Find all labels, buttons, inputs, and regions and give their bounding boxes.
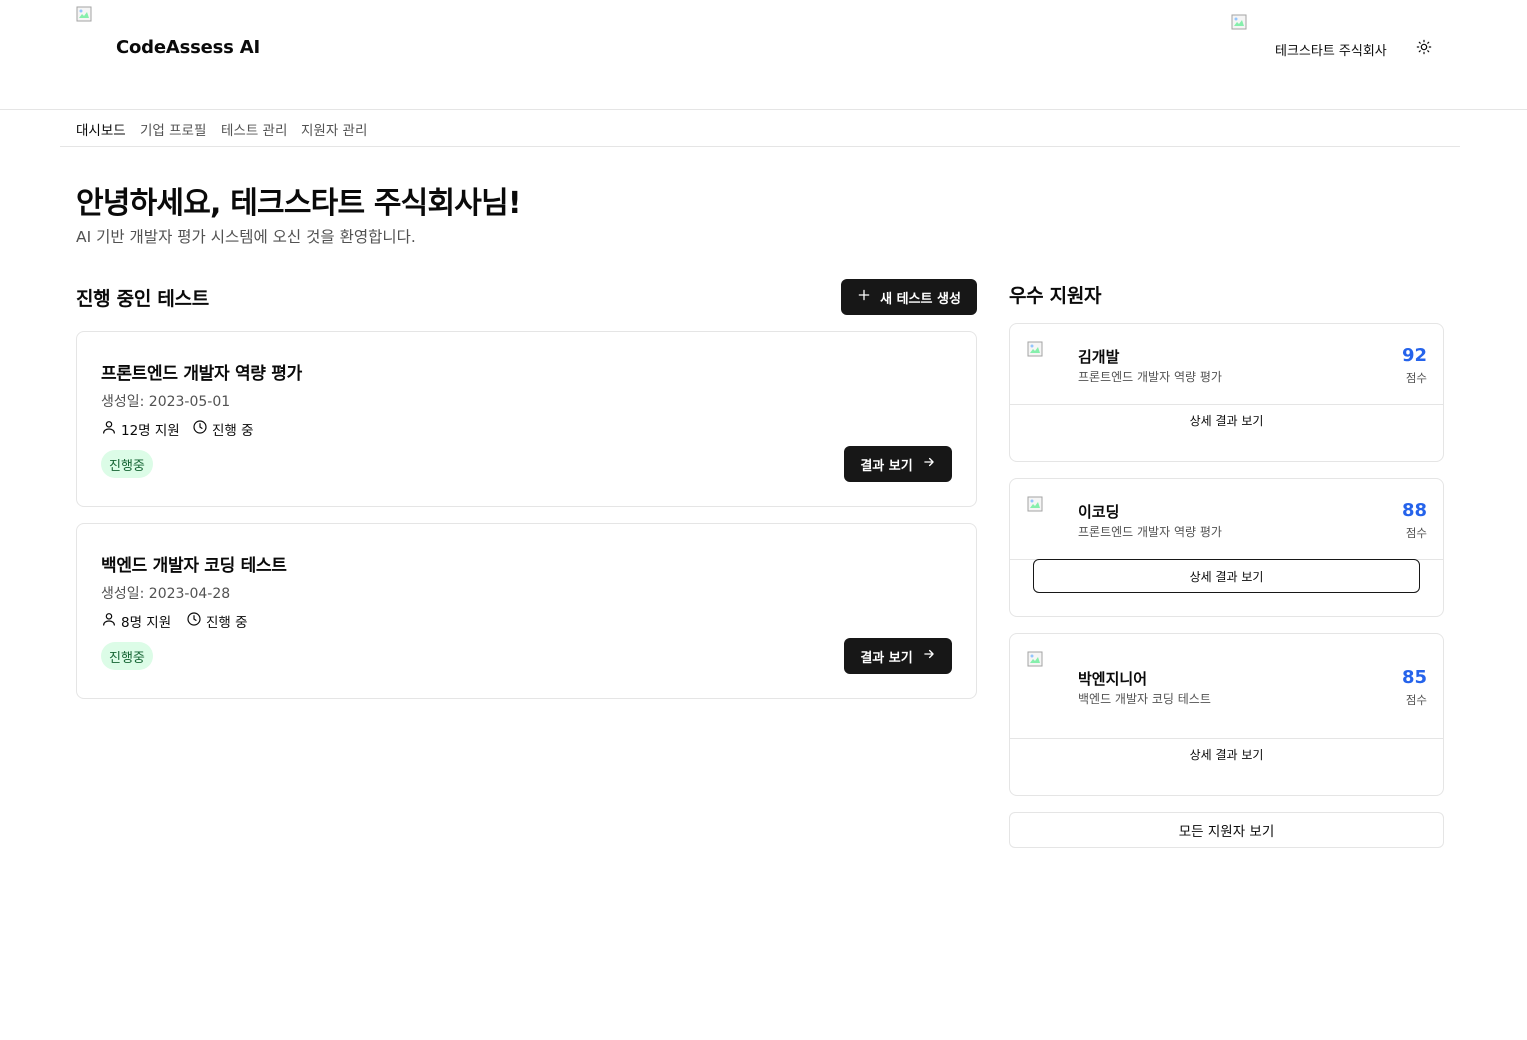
nav-item-company-profile[interactable]: 기업 프로필 [140,119,206,139]
candidate-score: 92 [1401,345,1427,366]
score-label: 점수 [1405,371,1427,385]
clock-icon [186,611,202,631]
plus-icon [857,288,871,306]
test-status-text: 진행 중 [212,423,254,439]
page-title: 안녕하세요, 테크스타트 주식회사님! [76,186,522,221]
candidate-name: 이코딩 [1078,503,1120,521]
candidate-card: 김개발 프론트엔드 개발자 역량 평가 92 점수 상세 결과 보기 [1009,323,1444,462]
test-title[interactable]: 프론트엔드 개발자 역량 평가 [101,359,302,384]
candidate-test: 프론트엔드 개발자 역량 평가 [1078,370,1222,384]
test-title[interactable]: 백엔드 개발자 코딩 테스트 [101,551,287,576]
candidate-avatar [1027,651,1043,667]
test-status: 진행 중 [186,611,248,631]
candidate-name: 김개발 [1078,348,1120,366]
candidate-avatar [1027,341,1043,357]
applicant-count: 8명 지원 [101,611,171,631]
nav-item-applicant-management[interactable]: 지원자 관리 [301,119,367,139]
applicant-count-text: 12명 지원 [121,423,180,439]
sun-icon [1416,39,1432,59]
view-results-button[interactable]: 결과 보기 [844,446,952,482]
candidate-test: 백엔드 개발자 코딩 테스트 [1078,692,1211,706]
user-icon [101,419,117,439]
status-badge: 진행중 [101,450,153,478]
user-icon [101,611,117,631]
candidate-card: 박엔지니어 백엔드 개발자 코딩 테스트 85 점수 상세 결과 보기 [1009,633,1444,796]
score-label: 점수 [1405,526,1427,540]
test-card: 프론트엔드 개발자 역량 평가 생성일: 2023-05-01 12명 지원 진… [76,331,977,507]
applicant-count: 12명 지원 [101,419,180,439]
test-created-date: 생성일: 2023-05-01 [101,394,231,410]
score-label: 점수 [1405,693,1427,707]
main-nav: 대시보드 기업 프로필 테스트 관리 지원자 관리 [60,110,1460,147]
candidate-detail-button[interactable]: 상세 결과 보기 [1033,403,1420,437]
candidate-avatar [1027,496,1043,512]
top-header: CodeAssess AI 테크스타트 주식회사 [0,0,1527,110]
top-candidates-title: 우수 지원자 [1009,285,1102,307]
test-created-date: 생성일: 2023-04-28 [101,586,231,602]
arrow-right-icon [922,647,936,665]
page-subtitle: AI 기반 개발자 평가 시스템에 오신 것을 환영합니다. [76,228,416,246]
view-all-candidates-button[interactable]: 모든 지원자 보기 [1009,812,1444,848]
test-status: 진행 중 [192,419,254,439]
applicant-count-text: 8명 지원 [121,615,172,631]
test-card: 백엔드 개발자 코딩 테스트 생성일: 2023-04-28 8명 지원 진행 … [76,523,977,699]
company-avatar [1231,14,1247,30]
candidate-detail-button[interactable]: 상세 결과 보기 [1033,559,1420,593]
theme-toggle-button[interactable] [1413,38,1435,60]
candidate-detail-button[interactable]: 상세 결과 보기 [1033,737,1420,771]
new-test-label: 새 테스트 생성 [880,291,961,307]
view-results-label: 결과 보기 [860,650,913,666]
new-test-button[interactable]: 새 테스트 생성 [841,279,977,315]
company-name[interactable]: 테크스타트 주식회사 [1275,40,1387,59]
view-results-label: 결과 보기 [860,458,913,474]
clock-icon [192,419,208,439]
nav-item-test-management[interactable]: 테스트 관리 [221,119,287,139]
nav-item-dashboard[interactable]: 대시보드 [76,119,126,139]
status-badge: 진행중 [101,642,153,670]
brand-name[interactable]: CodeAssess AI [116,37,260,58]
candidate-name: 박엔지니어 [1078,670,1148,688]
test-status-text: 진행 중 [206,615,248,631]
broken-image-icon [76,6,92,22]
candidate-card: 이코딩 프론트엔드 개발자 역량 평가 88 점수 상세 결과 보기 [1009,478,1444,617]
arrow-right-icon [922,455,936,473]
view-results-button[interactable]: 결과 보기 [844,638,952,674]
candidate-score: 88 [1401,500,1427,521]
candidate-score: 85 [1401,667,1427,688]
tests-section-title: 진행 중인 테스트 [76,288,209,310]
candidate-test: 프론트엔드 개발자 역량 평가 [1078,525,1222,539]
